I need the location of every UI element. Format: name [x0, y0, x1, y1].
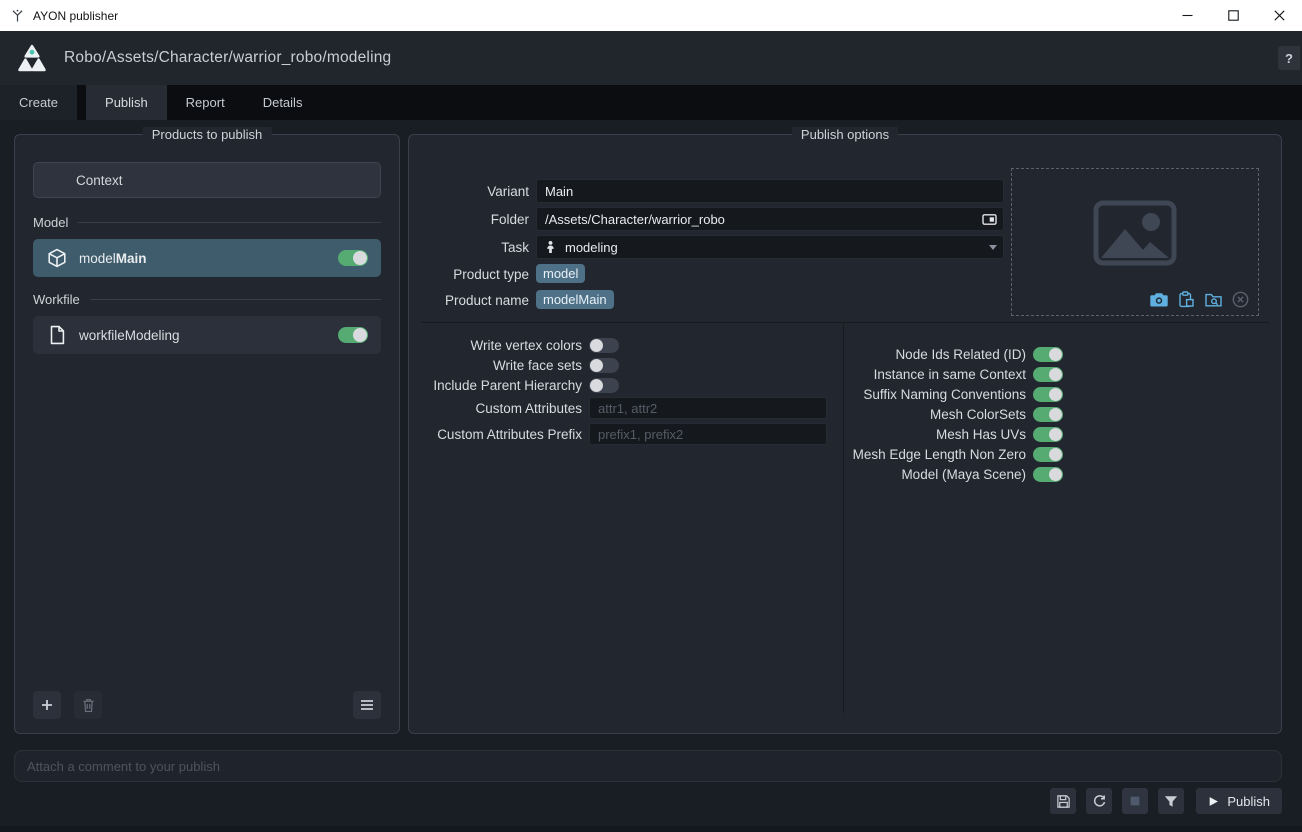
cube-icon: [46, 247, 68, 269]
product-enabled-toggle[interactable]: [338, 250, 368, 266]
file-icon: [46, 324, 68, 346]
minimize-button[interactable]: [1164, 0, 1210, 31]
write-face-sets-toggle[interactable]: [589, 358, 619, 373]
include-parent-hierarchy-label: Include Parent Hierarchy: [421, 378, 582, 393]
publish-options-panel: Publish options Variant Folder Tas: [408, 134, 1282, 734]
task-dropdown[interactable]: modeling: [536, 235, 1004, 259]
custom-attributes-prefix-label: Custom Attributes Prefix: [421, 427, 582, 442]
context-header: Robo/Assets/Character/warrior_robo/model…: [0, 31, 1302, 85]
main-area: Products to publish Context Model modelM…: [0, 120, 1302, 832]
task-label: Task: [421, 240, 529, 255]
suffix-naming-conventions-toggle[interactable]: [1033, 387, 1063, 402]
tab-details[interactable]: Details: [244, 85, 322, 120]
group-divider: [78, 222, 381, 223]
mesh-edge-length-label: Mesh Edge Length Non Zero: [844, 447, 1026, 462]
write-vertex-colors-toggle[interactable]: [589, 338, 619, 353]
tabbar: Create Publish Report Details: [0, 85, 1302, 120]
variant-label: Variant: [421, 184, 529, 199]
write-face-sets-label: Write face sets: [421, 358, 582, 373]
delete-product-button[interactable]: [74, 691, 102, 719]
context-item[interactable]: Context: [33, 162, 381, 198]
mesh-has-uvs-label: Mesh Has UVs: [844, 427, 1026, 442]
thumbnail-dropzone[interactable]: [1011, 168, 1259, 316]
mesh-edge-length-toggle[interactable]: [1033, 447, 1063, 462]
folder-label: Folder: [421, 212, 529, 227]
titlebar: AYON publisher: [0, 0, 1302, 31]
mesh-has-uvs-toggle[interactable]: [1033, 427, 1063, 442]
product-type-label: Product type: [421, 267, 529, 282]
product-row-workfileModeling[interactable]: workfileModeling: [33, 316, 381, 354]
filter-button[interactable]: [1158, 788, 1184, 814]
window-title: AYON publisher: [33, 9, 118, 23]
image-placeholder-icon: [1093, 200, 1177, 266]
refresh-button[interactable]: [1086, 788, 1112, 814]
screengrab-camera-icon[interactable]: [1150, 291, 1168, 308]
stop-button[interactable]: [1122, 788, 1148, 814]
node-ids-related-label: Node Ids Related (ID): [844, 347, 1026, 362]
view-menu-button[interactable]: [353, 691, 381, 719]
ayon-logo-icon: [16, 43, 48, 73]
app-icon: [10, 8, 25, 23]
product-row-modelMain[interactable]: modelMain: [33, 239, 381, 277]
folder-input[interactable]: [545, 212, 982, 227]
group-header-workfile: Workfile: [33, 292, 381, 307]
tab-report[interactable]: Report: [167, 85, 244, 120]
variant-field[interactable]: [536, 179, 1004, 203]
browse-folder-icon[interactable]: [1204, 291, 1222, 308]
folder-field[interactable]: [536, 207, 1004, 231]
products-toolbar: [33, 691, 381, 719]
task-person-icon: [545, 240, 556, 254]
maximize-button[interactable]: [1210, 0, 1256, 31]
app-window: AYON publisher Robo/Assets/Character/war…: [0, 0, 1302, 832]
product-name-label: Product name: [421, 293, 529, 308]
publish-panel-title: Publish options: [792, 127, 898, 142]
suffix-naming-conventions-label: Suffix Naming Conventions: [844, 387, 1026, 402]
footer-toolbar: Publish: [1050, 788, 1282, 814]
group-header-model: Model: [33, 215, 381, 230]
write-vertex-colors-label: Write vertex colors: [421, 338, 582, 353]
publish-button[interactable]: Publish: [1196, 788, 1282, 814]
node-ids-related-toggle[interactable]: [1033, 347, 1063, 362]
validator-options-right: Node Ids Related (ID) Instance in same C…: [844, 344, 1281, 484]
product-name-badge: modelMain: [536, 290, 614, 309]
tab-create[interactable]: Create: [0, 85, 77, 120]
comment-bar: [14, 750, 1282, 782]
thumbnail-actions: [1150, 291, 1249, 308]
mesh-colorsets-toggle[interactable]: [1033, 407, 1063, 422]
custom-attributes-label: Custom Attributes: [421, 401, 582, 416]
instance-in-same-context-label: Instance in same Context: [844, 367, 1026, 382]
breadcrumb: Robo/Assets/Character/warrior_robo/model…: [64, 49, 391, 67]
paste-clipboard-icon[interactable]: [1177, 291, 1195, 308]
product-name: workfileModeling: [79, 328, 180, 343]
clear-thumbnail-icon[interactable]: [1231, 291, 1249, 308]
instance-in-same-context-toggle[interactable]: [1033, 367, 1063, 382]
custom-attributes-input[interactable]: [589, 397, 827, 419]
save-button[interactable]: [1050, 788, 1076, 814]
comment-input[interactable]: [14, 750, 1282, 782]
custom-attributes-prefix-input[interactable]: [589, 423, 827, 445]
product-type-badge: model: [536, 264, 585, 283]
include-parent-hierarchy-toggle[interactable]: [589, 378, 619, 393]
group-divider: [90, 299, 381, 300]
play-icon: [1208, 796, 1219, 807]
section-divider: [421, 322, 1269, 323]
model-maya-scene-label: Model (Maya Scene): [844, 467, 1026, 482]
window-bottom-edge: [0, 826, 1302, 832]
folder-browse-icon[interactable]: [982, 213, 997, 226]
tab-publish[interactable]: Publish: [86, 85, 167, 120]
mesh-colorsets-label: Mesh ColorSets: [844, 407, 1026, 422]
add-product-button[interactable]: [33, 691, 61, 719]
chevron-down-icon: [989, 245, 997, 250]
model-maya-scene-toggle[interactable]: [1033, 467, 1063, 482]
product-enabled-toggle[interactable]: [338, 327, 368, 343]
publish-form: Variant Folder Task: [421, 179, 1004, 315]
products-panel: Products to publish Context Model modelM…: [14, 134, 400, 734]
window-controls: [1164, 0, 1302, 31]
help-button[interactable]: ?: [1278, 46, 1300, 70]
product-name: modelMain: [79, 251, 147, 266]
close-button[interactable]: [1256, 0, 1302, 31]
plugin-options-left: Write vertex colors Write face sets Incl…: [421, 335, 831, 447]
variant-input[interactable]: [545, 184, 997, 199]
task-value: modeling: [565, 240, 989, 255]
